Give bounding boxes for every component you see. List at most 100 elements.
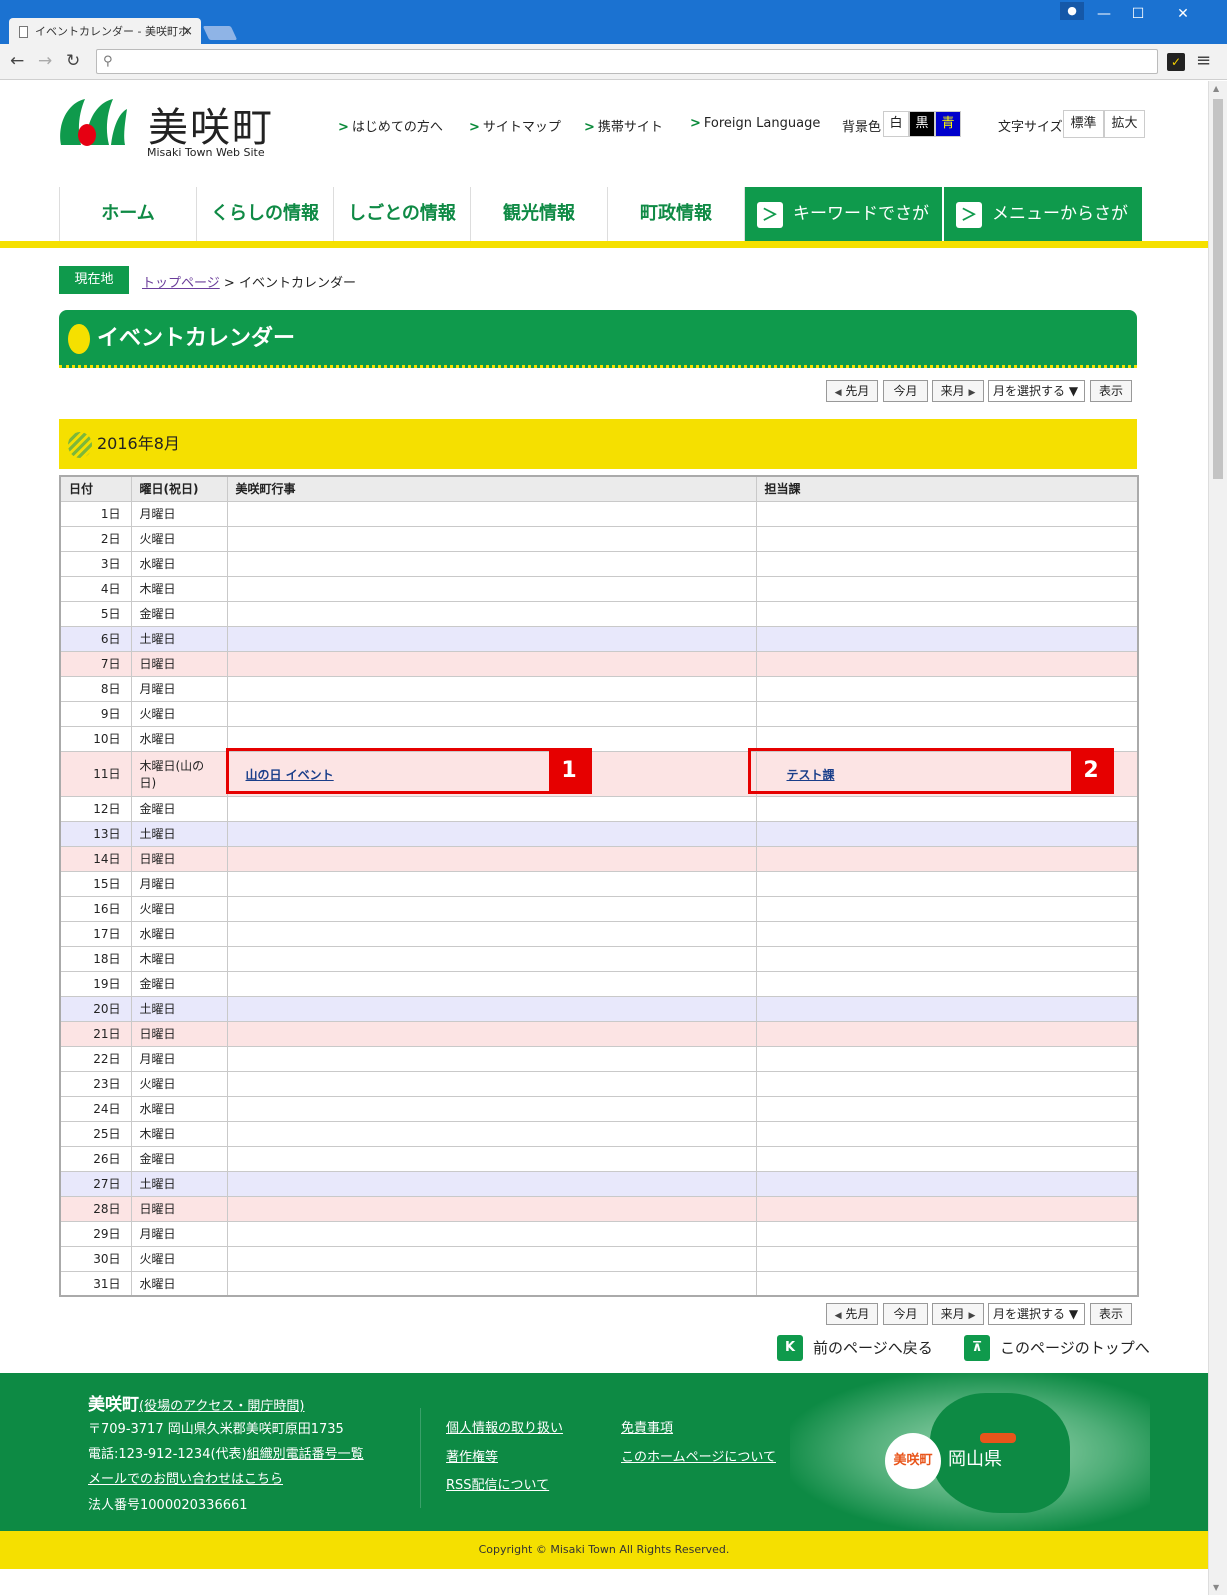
month-select[interactable]: 月を選択する ▼ xyxy=(988,1303,1085,1325)
caret-down-icon: ▼ xyxy=(1068,1307,1079,1321)
font-size-large-button[interactable]: 拡大 xyxy=(1104,110,1145,138)
back-page-link[interactable]: K 前のページへ戻る xyxy=(777,1335,933,1361)
back-arrow-icon[interactable]: ← xyxy=(10,51,24,71)
breadcrumb-top-link[interactable]: トップページ xyxy=(142,276,220,291)
address-bar[interactable]: ⚲ xyxy=(96,49,1158,74)
minimize-button[interactable]: — xyxy=(1094,6,1114,22)
scrollbar-thumb[interactable] xyxy=(1213,99,1223,479)
browser-tab[interactable]: イベントカレンダー - 美咲町ホ × xyxy=(9,18,201,46)
cell-weekday: 火曜日 xyxy=(130,525,228,552)
cell-weekday: 水曜日 xyxy=(130,550,228,577)
cell-dept xyxy=(755,1095,1139,1122)
browser-toolbar: ← → ↻ ⚲ ✓ ≡ xyxy=(0,44,1227,80)
cell-weekday: 月曜日 xyxy=(130,675,228,702)
show-button[interactable]: 表示 xyxy=(1090,1303,1132,1325)
cell-weekday: 木曜日 xyxy=(130,575,228,602)
header-weekday: 曜日(祝日) xyxy=(130,475,228,502)
nav-tourism[interactable]: 観光情報 xyxy=(471,187,608,241)
nav-living[interactable]: くらしの情報 xyxy=(197,187,334,241)
prev-month-button[interactable]: ◀ 先月 xyxy=(826,1303,878,1325)
link-first-visit[interactable]: > はじめての方へ xyxy=(338,116,443,135)
close-tab-icon[interactable]: × xyxy=(182,18,193,46)
web-page: 美咲町 Misaki Town Web Site > はじめての方へ > サイトマッ… xyxy=(0,81,1208,1595)
close-window-button[interactable]: ✕ xyxy=(1173,6,1193,22)
table-row: 24日 水曜日 xyxy=(59,1095,1139,1122)
cell-weekday: 金曜日 xyxy=(130,600,228,627)
triangle-right-icon: ▶ xyxy=(968,388,976,398)
link-sitemap[interactable]: > サイトマップ xyxy=(469,116,561,135)
cell-dept xyxy=(755,895,1139,922)
cell-date: 11日 xyxy=(59,750,132,797)
footer-link-privacy[interactable]: 個人情報の取り扱い xyxy=(446,1421,563,1436)
footer-link-copyright[interactable]: 著作権等 xyxy=(446,1450,498,1465)
bg-white-button[interactable]: 白 xyxy=(883,111,909,137)
map-town-marker xyxy=(980,1433,1016,1443)
scroll-down-icon[interactable]: ▼ xyxy=(1213,1583,1219,1592)
user-profile-icon[interactable]: ● xyxy=(1060,2,1084,20)
cell-date: 25日 xyxy=(59,1120,132,1147)
bg-blue-button[interactable]: 青 xyxy=(935,111,961,137)
keyword-search-button[interactable]: ＞キーワードでさがす xyxy=(745,187,942,278)
menu-search-button[interactable]: ＞メニューからさがす xyxy=(944,187,1142,278)
show-button[interactable]: 表示 xyxy=(1090,380,1132,402)
cell-date: 17日 xyxy=(59,920,132,947)
this-month-button[interactable]: 今月 xyxy=(883,1303,928,1325)
forward-arrow-icon[interactable]: → xyxy=(38,51,52,71)
scroll-up-icon[interactable]: ▲ xyxy=(1213,84,1219,93)
nav-home[interactable]: ホーム xyxy=(59,187,197,241)
cell-event xyxy=(226,500,757,527)
next-month-button[interactable]: 来月 ▶ xyxy=(932,380,984,402)
cell-dept xyxy=(755,845,1139,872)
chevron-right-icon: > xyxy=(584,120,595,135)
footer-link-rss[interactable]: RSS配信について xyxy=(446,1478,549,1493)
page-top-link[interactable]: ⊼ このページのトップへ xyxy=(964,1335,1150,1361)
header-dept: 担当課 xyxy=(755,475,1139,502)
triangle-left-icon: ◀ xyxy=(834,388,842,398)
cell-dept xyxy=(755,970,1139,997)
nav-town-admin[interactable]: 町政情報 xyxy=(608,187,745,241)
extension-icon[interactable]: ✓ xyxy=(1167,53,1185,71)
cell-dept xyxy=(755,1170,1139,1197)
cell-date: 30日 xyxy=(59,1245,132,1272)
month-select[interactable]: 月を選択する ▼ xyxy=(988,380,1085,402)
prefecture-map: 美咲町 岡山県 xyxy=(790,1373,1150,1531)
cell-dept xyxy=(755,550,1139,577)
cell-dept xyxy=(755,795,1139,822)
maximize-button[interactable]: ☐ xyxy=(1128,6,1148,22)
nav-work[interactable]: しごとの情報 xyxy=(334,187,471,241)
footer-link-about[interactable]: このホームページについて xyxy=(621,1450,776,1465)
cell-dept xyxy=(755,1220,1139,1247)
footer-link-disclaimer[interactable]: 免責事項 xyxy=(621,1421,673,1436)
this-month-button[interactable]: 今月 xyxy=(883,380,928,402)
footer-mail-link[interactable]: メールでのお問い合わせはこちら xyxy=(88,1472,283,1487)
cell-weekday: 水曜日 xyxy=(130,920,228,947)
town-logo[interactable] xyxy=(57,95,129,147)
breadcrumb-current: イベントカレンダー xyxy=(238,276,356,291)
font-size-normal-button[interactable]: 標準 xyxy=(1063,110,1104,138)
table-row: 31日 水曜日 xyxy=(59,1270,1139,1297)
cell-dept xyxy=(755,1120,1139,1147)
annotation-number-1: 1 xyxy=(549,751,589,791)
vertical-scrollbar[interactable]: ▲ ▼ xyxy=(1208,81,1227,1595)
table-row: 3日 水曜日 xyxy=(59,550,1139,577)
footer-phone-list-link[interactable]: 組織別電話番号一覧 xyxy=(247,1447,364,1462)
cell-event xyxy=(226,970,757,997)
cell-dept xyxy=(755,700,1139,727)
browser-menu-icon[interactable]: ≡ xyxy=(1196,50,1211,71)
cell-date: 24日 xyxy=(59,1095,132,1122)
cell-event xyxy=(226,1270,757,1297)
cell-dept xyxy=(755,650,1139,677)
footer-access-link[interactable]: (役場のアクセス・開庁時間) xyxy=(139,1399,305,1414)
footer-links: 免責事項 xyxy=(621,1417,673,1436)
reload-icon[interactable]: ↻ xyxy=(66,51,80,71)
link-mobile[interactable]: > 携帯サイト xyxy=(584,116,663,135)
back-icon: K xyxy=(777,1335,803,1361)
prev-month-button[interactable]: ◀ 先月 xyxy=(826,380,878,402)
cell-event xyxy=(226,895,757,922)
footer-links: RSS配信について xyxy=(446,1474,549,1493)
cell-weekday: 土曜日 xyxy=(130,625,228,652)
next-month-button[interactable]: 来月 ▶ xyxy=(932,1303,984,1325)
new-tab-button[interactable] xyxy=(202,26,238,40)
link-foreign-language[interactable]: > Foreign Language xyxy=(690,116,820,131)
bg-black-button[interactable]: 黒 xyxy=(909,111,935,137)
